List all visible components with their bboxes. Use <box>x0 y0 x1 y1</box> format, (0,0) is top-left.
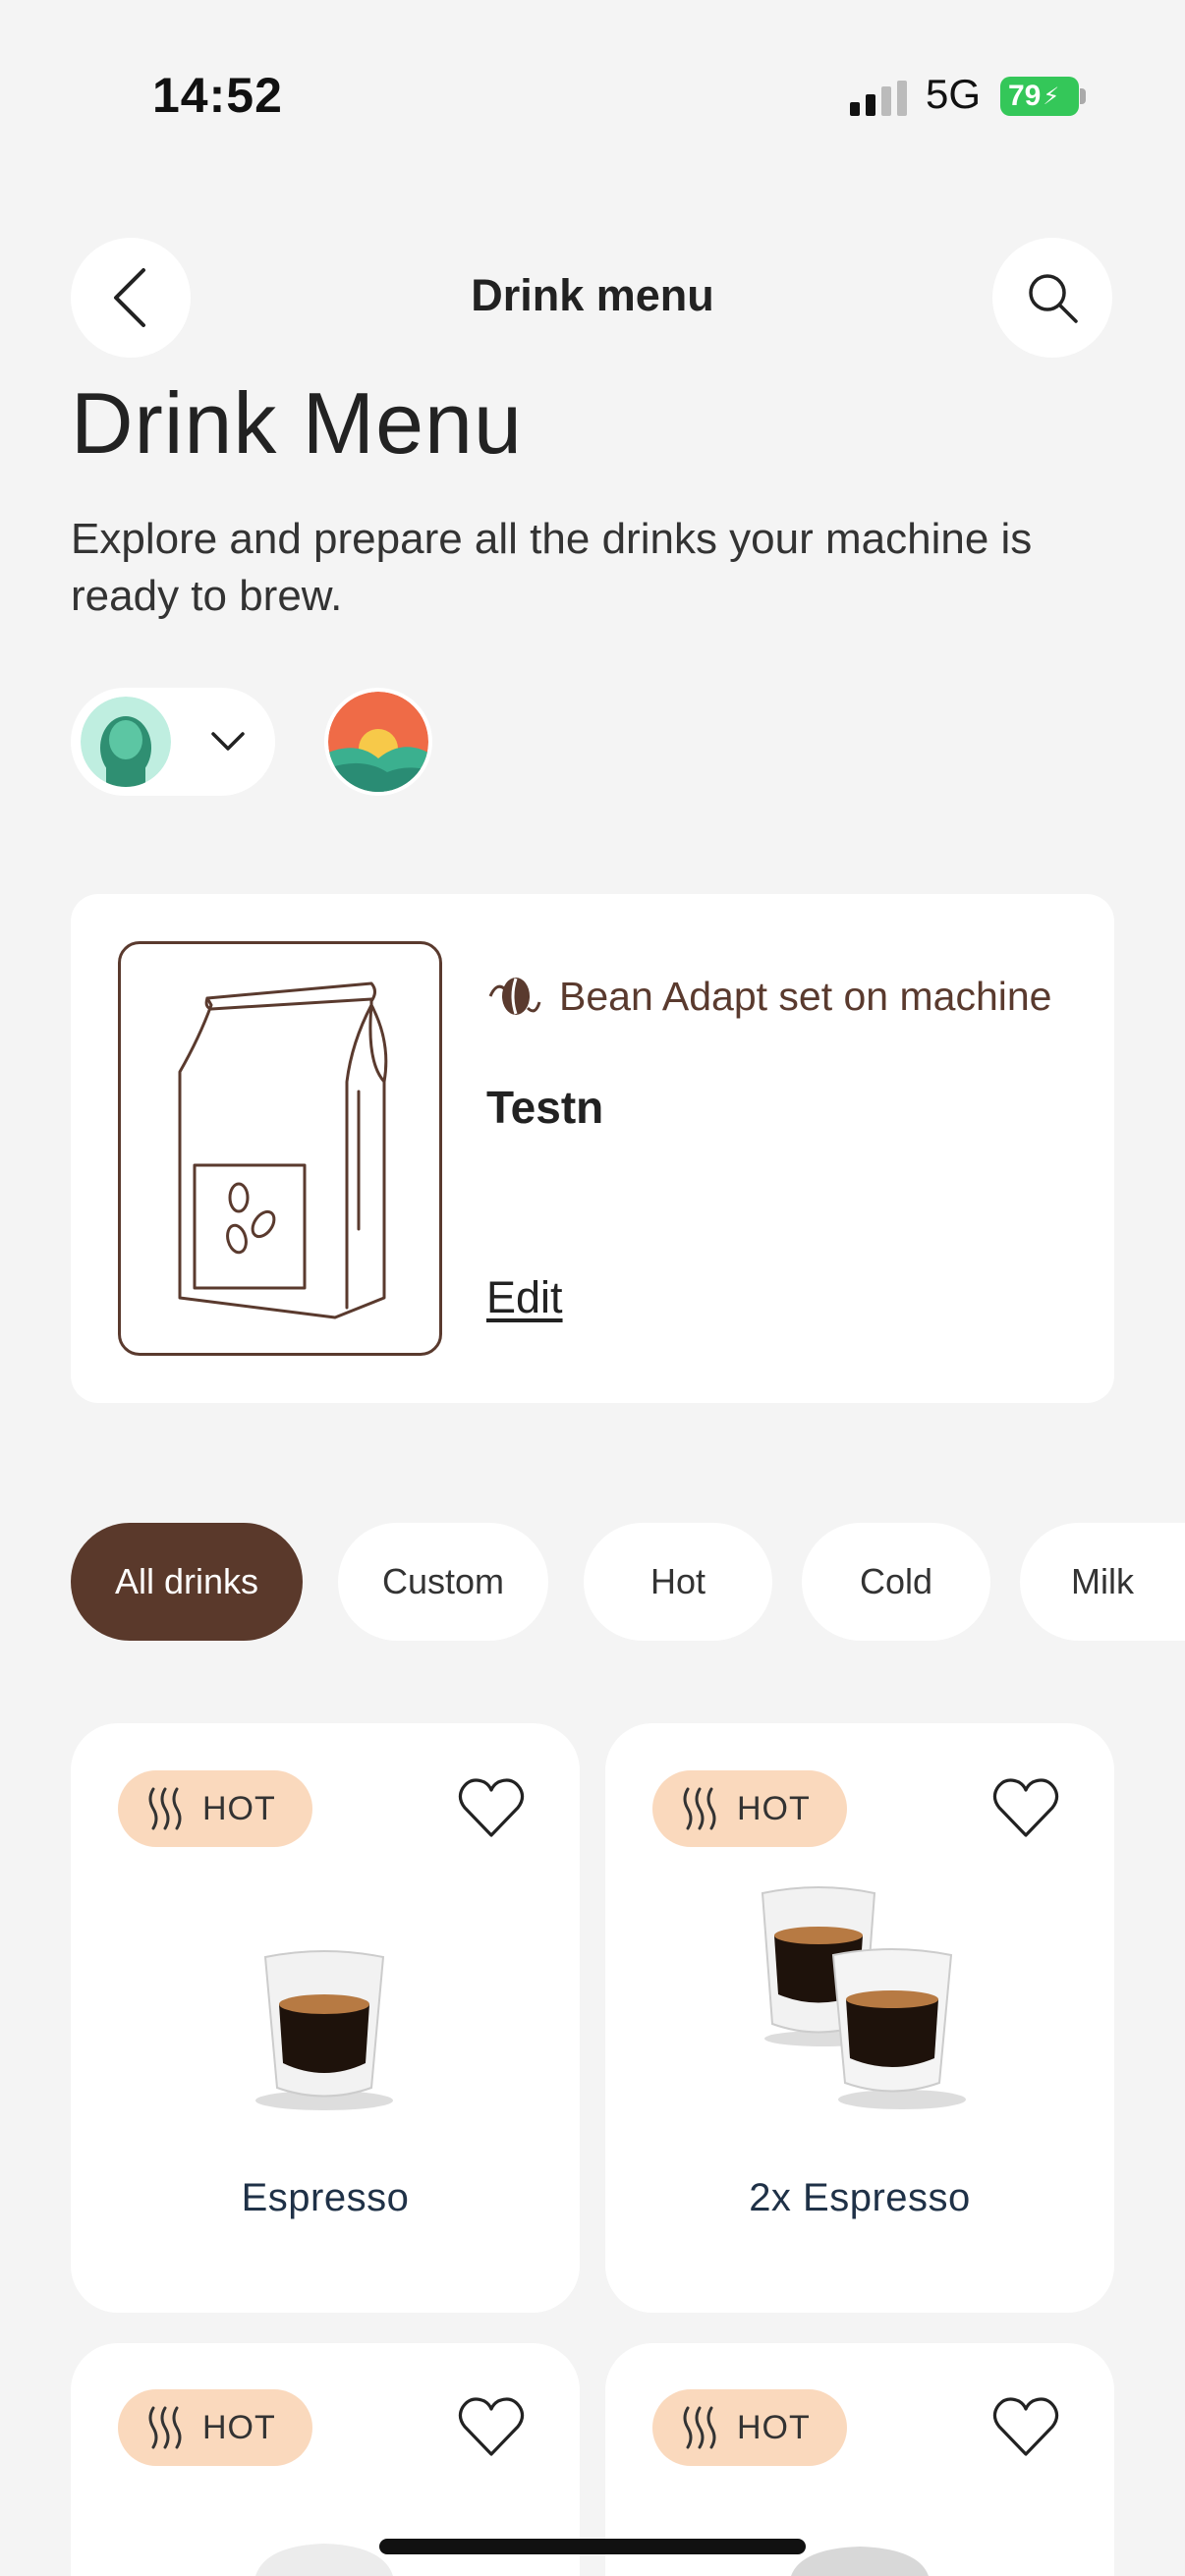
drink-name: 2x Espresso <box>749 2176 971 2219</box>
network-label: 5G <box>926 71 982 117</box>
filter-custom[interactable]: Custom <box>338 1523 548 1641</box>
hot-badge: HOT <box>118 1770 312 1847</box>
hot-badge-label: HOT <box>202 1789 276 1827</box>
favorite-heart-icon[interactable] <box>457 1774 526 1843</box>
home-indicator[interactable] <box>379 2539 806 2554</box>
bean-name: Testn <box>486 1082 604 1133</box>
filter-cold[interactable]: Cold <box>802 1523 990 1641</box>
chevron-down-icon <box>211 732 245 751</box>
steam-icon <box>683 1787 716 1830</box>
hot-badge-label: HOT <box>202 2408 276 2446</box>
status-time: 14:52 <box>152 68 283 123</box>
bean-adapt-icon <box>488 978 541 1015</box>
signal-icon <box>850 81 907 116</box>
steam-icon <box>148 1787 182 1830</box>
steam-icon <box>683 2406 716 2449</box>
charging-icon: ⚡ <box>1043 83 1060 110</box>
bean-adapt-label: Bean Adapt set on machine <box>559 973 1052 1019</box>
hot-badge: HOT <box>652 1770 847 1847</box>
profile-selector[interactable] <box>71 688 275 796</box>
hot-badge-label: HOT <box>737 2408 811 2446</box>
favorite-heart-icon[interactable] <box>457 2393 526 2462</box>
drink-name: Espresso <box>241 2176 410 2219</box>
espresso-cup-image <box>255 1950 393 2110</box>
page-title: Drink Menu <box>71 374 523 472</box>
coffee-bag-icon <box>118 941 442 1356</box>
steam-icon <box>148 2406 182 2449</box>
edit-bean-link[interactable]: Edit <box>486 1272 563 1323</box>
search-icon <box>1029 274 1078 323</box>
double-espresso-cups-image <box>761 1886 966 2109</box>
bean-adapt-status: Bean Adapt set on machine <box>486 973 1051 1020</box>
hot-badge: HOT <box>652 2389 847 2466</box>
favorite-heart-icon[interactable] <box>991 2393 1060 2462</box>
hot-badge-label: HOT <box>737 1789 811 1827</box>
battery-tip <box>1080 88 1086 104</box>
user-avatar <box>81 697 171 787</box>
page-subtitle: Explore and prepare all the drinks your … <box>71 515 1033 620</box>
hot-badge: HOT <box>118 2389 312 2466</box>
search-button[interactable] <box>992 238 1112 358</box>
battery-level: 79 <box>1008 80 1042 112</box>
filter-all-drinks[interactable]: All drinks <box>71 1523 303 1641</box>
favorite-heart-icon[interactable] <box>991 1774 1060 1843</box>
machine-avatar[interactable] <box>324 688 432 796</box>
battery-indicator: 79 ⚡ <box>1000 77 1079 116</box>
filter-milk[interactable]: Milk <box>1020 1523 1185 1641</box>
filter-hot[interactable]: Hot <box>584 1523 772 1641</box>
